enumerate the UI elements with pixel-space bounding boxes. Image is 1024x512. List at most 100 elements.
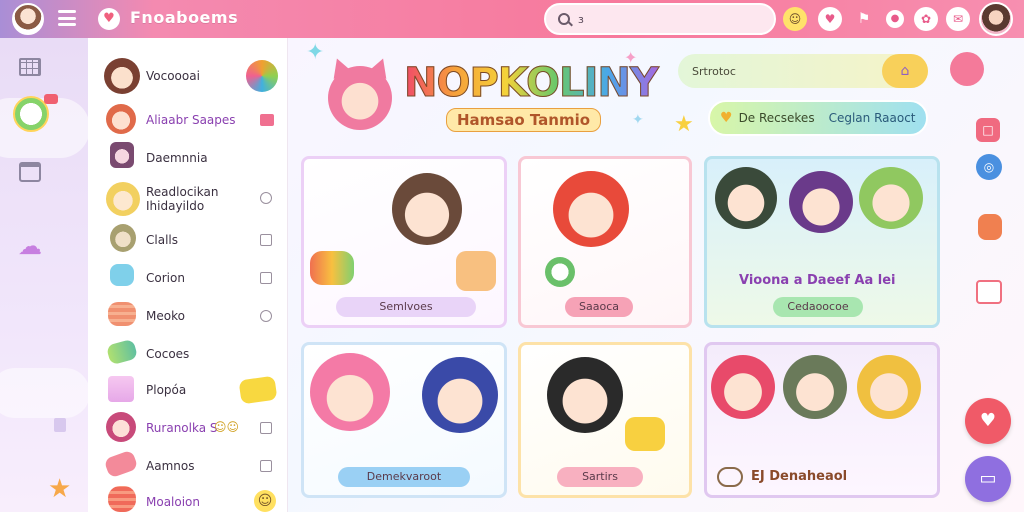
favorite-fab-button[interactable]: ♥ bbox=[965, 398, 1011, 444]
app-brand: Fnoaboems bbox=[130, 8, 239, 27]
card-button[interactable]: Sartirs bbox=[557, 467, 643, 487]
checkbox[interactable] bbox=[260, 460, 272, 472]
list-item[interactable]: Corion bbox=[88, 262, 288, 296]
paw-icon[interactable] bbox=[978, 214, 1002, 240]
card[interactable]: EJ Denaheaol bbox=[704, 342, 940, 498]
list-item[interactable]: Cocoes bbox=[88, 338, 288, 372]
hero-subtitle: Hamsao Tanmio bbox=[446, 108, 602, 132]
list-item-label: Ruranolka S bbox=[146, 421, 218, 435]
character-art bbox=[422, 357, 498, 433]
card[interactable]: Demekvaroot bbox=[301, 342, 507, 498]
list-item-label: Clalls bbox=[146, 233, 178, 247]
avatar bbox=[106, 182, 140, 216]
badge-icon bbox=[717, 467, 743, 487]
clock-art bbox=[545, 257, 575, 287]
search-bar[interactable] bbox=[544, 3, 776, 35]
list-item-label: Aamnos bbox=[146, 459, 195, 473]
burger-icon bbox=[108, 486, 136, 512]
list-item[interactable]: Clalls bbox=[88, 224, 288, 258]
character-art bbox=[789, 171, 853, 233]
home-button[interactable]: ⌂ bbox=[882, 54, 928, 88]
checkbox[interactable] bbox=[260, 422, 272, 434]
dot-icon[interactable]: ● bbox=[886, 10, 904, 28]
radio-button[interactable] bbox=[260, 310, 272, 322]
list-item[interactable]: Plopóa bbox=[88, 374, 288, 408]
user-avatar[interactable] bbox=[979, 2, 1013, 36]
candy-icon bbox=[105, 338, 139, 366]
mail-icon[interactable] bbox=[976, 280, 1002, 304]
lock-icon[interactable] bbox=[54, 418, 66, 432]
hero-title: NOPKOLINY bbox=[404, 60, 660, 107]
smiley-icon: ☺ bbox=[254, 490, 276, 512]
list-item[interactable]: Aliaabr Saapes bbox=[88, 104, 288, 138]
character-art bbox=[310, 353, 390, 431]
card-button[interactable]: Demekvaroot bbox=[338, 467, 470, 487]
list-item-label: Vocoooai bbox=[146, 69, 200, 83]
flag-icon[interactable]: ⚑ bbox=[852, 7, 876, 31]
character-art bbox=[715, 167, 777, 229]
smiley-icon[interactable]: ☺ bbox=[783, 7, 807, 31]
cloud-icon[interactable]: ☁ bbox=[16, 234, 44, 258]
list-item[interactable]: Aamnos bbox=[88, 449, 288, 484]
character-art bbox=[859, 167, 923, 229]
list-item[interactable]: Moaloion ☺ bbox=[88, 486, 288, 512]
checkbox[interactable] bbox=[260, 234, 272, 246]
flower-icon bbox=[950, 52, 984, 86]
list-item-label: Meoko bbox=[146, 309, 185, 323]
sticker-icon bbox=[238, 375, 278, 405]
heart-icon[interactable]: ♥ bbox=[818, 7, 842, 31]
share-icon[interactable]: ◎ bbox=[976, 154, 1002, 180]
burger-icon bbox=[108, 302, 136, 326]
pill-right-label[interactable]: Ceglan Raaoct bbox=[829, 111, 916, 125]
card-button[interactable]: Saaoca bbox=[565, 297, 633, 317]
character-art bbox=[547, 357, 623, 433]
card[interactable]: Saaoca bbox=[518, 156, 692, 328]
avatar bbox=[110, 142, 134, 168]
message-icon[interactable]: ✉ bbox=[946, 7, 970, 31]
window-fab-button[interactable]: ▭ bbox=[965, 456, 1011, 502]
cloud-decoration bbox=[0, 368, 90, 418]
search-icon bbox=[558, 13, 570, 25]
avatar bbox=[106, 104, 136, 134]
hero-mascot bbox=[328, 66, 392, 130]
card[interactable]: Sartirs bbox=[518, 342, 692, 498]
filter-search[interactable]: ⌂ bbox=[678, 54, 928, 88]
card-button[interactable]: Cedaoocoe bbox=[773, 297, 863, 317]
calendar-icon[interactable] bbox=[19, 162, 41, 182]
list-item[interactable]: Daemnnia bbox=[88, 142, 288, 176]
card[interactable]: Semlvoes bbox=[301, 156, 507, 328]
star-icon: ★ bbox=[674, 112, 694, 137]
filter-input[interactable] bbox=[692, 64, 862, 78]
heart-icon: ♥ bbox=[720, 110, 733, 126]
heart-logo-icon: ♥ bbox=[98, 8, 120, 30]
checkbox[interactable] bbox=[260, 272, 272, 284]
pill-left-label[interactable]: De Recsekes bbox=[739, 111, 815, 125]
category-pill[interactable]: ♥ De Recsekes Ceglan Raaoct bbox=[708, 100, 928, 136]
list-item-label: Readlocikan Ihidayildo bbox=[146, 185, 219, 213]
radio-button[interactable] bbox=[260, 192, 272, 204]
avatar bbox=[110, 224, 136, 252]
settings-icon[interactable]: ✿ bbox=[914, 7, 938, 31]
list-item-label: Corion bbox=[146, 271, 185, 285]
menu-icon[interactable] bbox=[58, 10, 76, 26]
list-item[interactable]: Readlocikan Ihidayildo bbox=[88, 180, 288, 220]
sticker-art bbox=[456, 251, 496, 291]
bandage-icon bbox=[103, 449, 139, 479]
star-icon[interactable]: ★ bbox=[48, 474, 71, 504]
list-item-label: Plopóa bbox=[146, 383, 187, 397]
sticker-art bbox=[310, 251, 354, 285]
list-item[interactable]: Ruranolka S ☺☺ bbox=[88, 412, 288, 446]
sidebar-list: Vocoooai Aliaabr Saapes Daemnnia Readloc… bbox=[88, 38, 288, 512]
card[interactable]: Vioona a Daeef Aa lei Cedaoocoe bbox=[704, 156, 940, 328]
bookmark-icon[interactable]: □ bbox=[976, 118, 1000, 142]
list-item-label: Moaloion bbox=[146, 495, 201, 509]
app-avatar[interactable] bbox=[12, 3, 44, 35]
avatar bbox=[104, 58, 140, 94]
list-item[interactable]: Meoko bbox=[88, 300, 288, 334]
grid-icon[interactable] bbox=[19, 58, 41, 76]
list-item[interactable]: Vocoooai bbox=[88, 58, 288, 94]
avatar bbox=[106, 412, 136, 442]
card-title: EJ Denaheaol bbox=[751, 469, 848, 484]
card-button[interactable]: Semlvoes bbox=[336, 297, 476, 317]
search-input[interactable] bbox=[578, 12, 758, 26]
